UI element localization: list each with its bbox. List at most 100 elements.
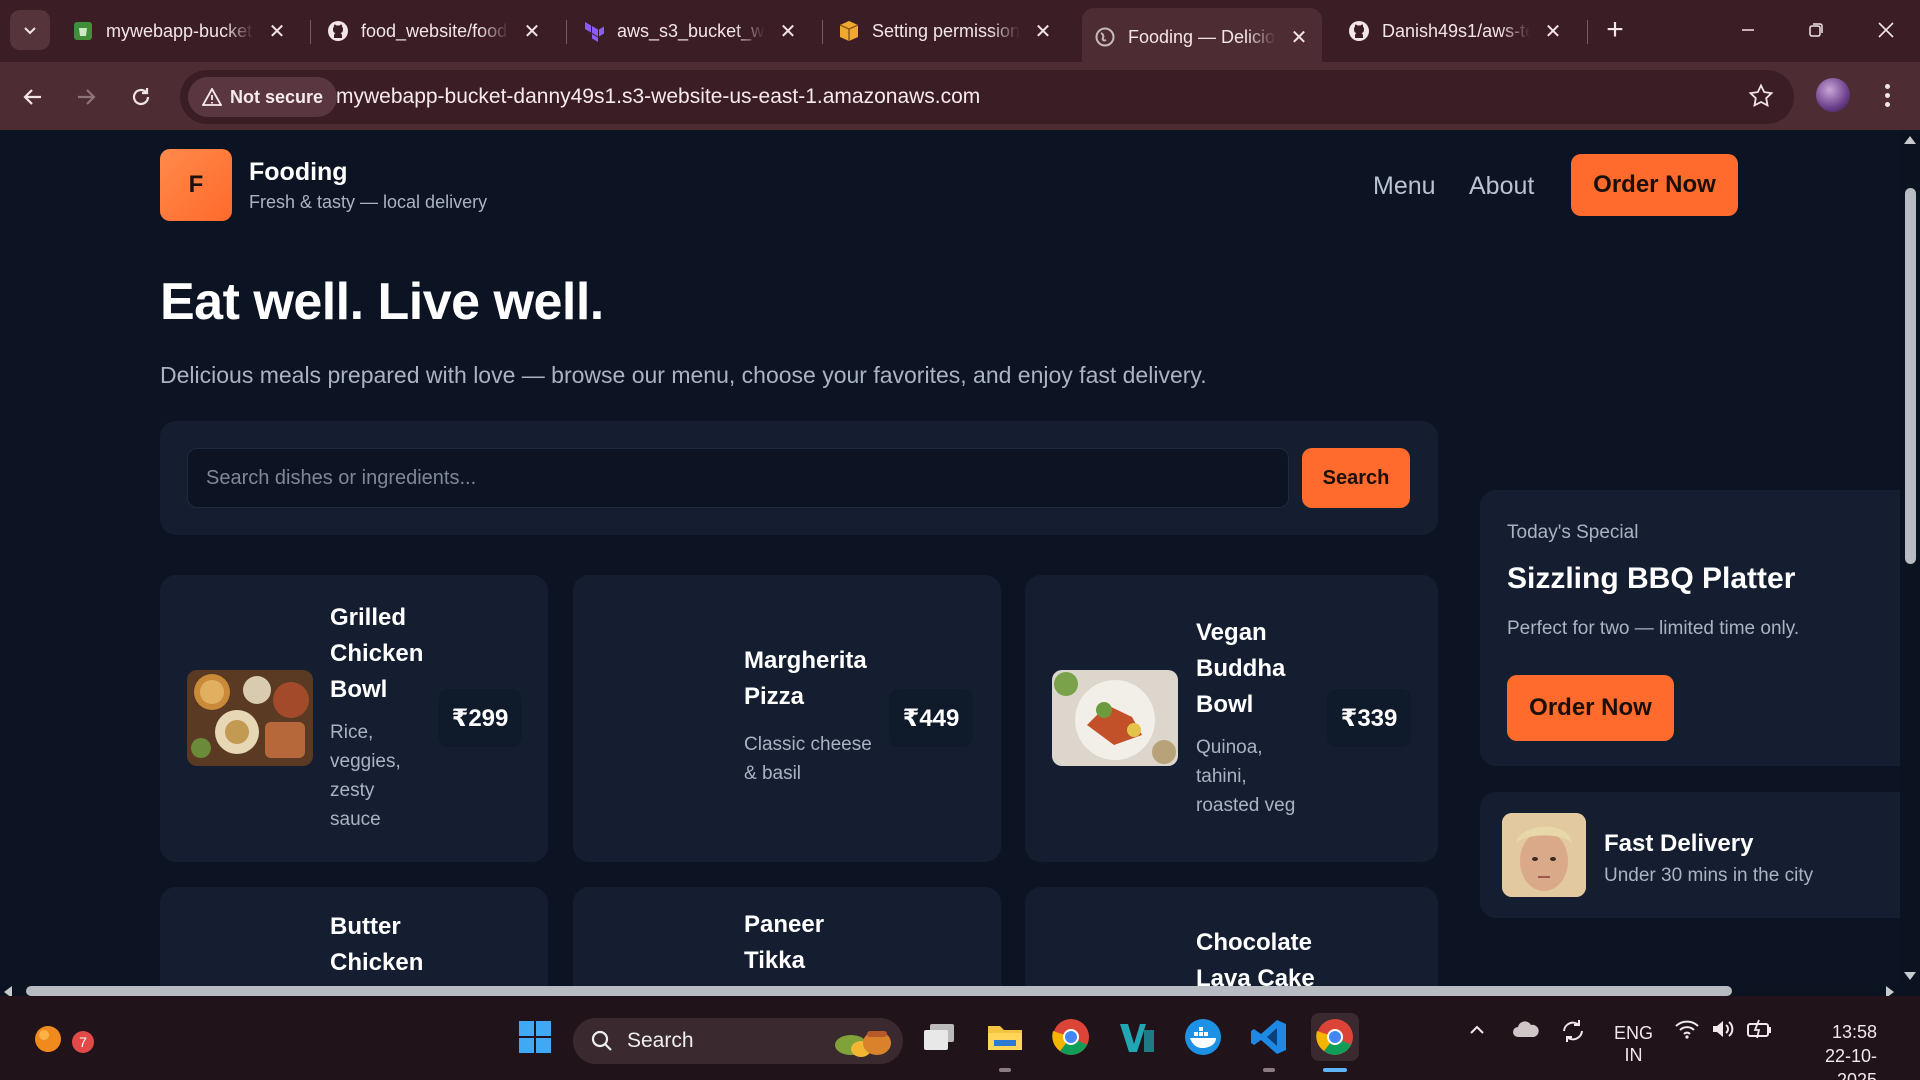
dish-card[interactable]: Paneer Tikka (573, 887, 1001, 986)
dish-title-line: Tikka (744, 947, 805, 974)
taskbar-search-box[interactable]: Search (573, 1018, 903, 1064)
back-button[interactable] (14, 78, 52, 116)
nav-about-link[interactable]: About (1469, 172, 1534, 201)
taskbar-search-label: Search (627, 1029, 694, 1052)
dish-title-line: Bowl (1196, 691, 1254, 718)
header-order-now-button[interactable]: Order Now (1571, 154, 1738, 216)
minimize-button[interactable] (1726, 12, 1770, 48)
scroll-down-icon[interactable] (1904, 972, 1916, 980)
clock[interactable]: 13:58 22-10-2025 (1797, 1020, 1877, 1080)
special-order-now-button[interactable]: Order Now (1507, 675, 1674, 741)
sun-icon (35, 1026, 61, 1052)
tab-mywebapp-bucket[interactable]: mywebapp-bucket ✕ (60, 12, 300, 50)
close-window-button[interactable] (1864, 12, 1908, 48)
tab-setting-permission[interactable]: Setting permission ✕ (826, 12, 1066, 50)
forward-button[interactable] (67, 78, 105, 116)
tab-label: Danish49s1/aws-te (1382, 20, 1530, 41)
dish-description: Classic cheese & basil (744, 730, 872, 788)
windows-taskbar: 7 Search ENG IN 13:58 22-10-2025 (0, 996, 1920, 1080)
onedrive-tray-icon[interactable] (1512, 1018, 1540, 1045)
browser-menu-icon[interactable] (1872, 80, 1902, 110)
file-explorer-button[interactable] (981, 1013, 1029, 1061)
show-hidden-icons-button[interactable] (1467, 1020, 1487, 1045)
tab-separator (1587, 20, 1588, 44)
arrow-right-icon (78, 89, 96, 105)
close-tab-icon[interactable]: ✕ (521, 19, 543, 44)
close-tab-icon[interactable]: ✕ (266, 19, 288, 44)
network-tray-icon[interactable] (1674, 1018, 1700, 1045)
tab-label: Fooding — Delicio (1128, 26, 1276, 47)
weather-widget[interactable]: 7 (24, 1013, 94, 1061)
horizontal-scrollbar[interactable] (0, 986, 1920, 998)
horizontal-scroll-thumb[interactable] (26, 986, 1732, 996)
task-view-button[interactable] (915, 1013, 963, 1061)
dish-title-line: Chicken (330, 640, 424, 667)
dish-image-vegan-buddha-bowl (1052, 670, 1178, 766)
special-title: Sizzling BBQ Platter (1507, 562, 1796, 595)
dish-card[interactable]: Chocolate Lava Cake (1025, 887, 1438, 986)
tab-danish-aws[interactable]: Danish49s1/aws-te ✕ (1336, 12, 1576, 50)
dish-description: Rice, veggies, zesty sauce (330, 718, 401, 834)
folder-icon (988, 1026, 1022, 1050)
close-tab-icon[interactable]: ✕ (1288, 25, 1310, 50)
chrome-button[interactable] (1047, 1013, 1095, 1061)
special-label: Today's Special (1507, 522, 1639, 543)
github-icon (327, 20, 349, 42)
reload-button[interactable] (122, 78, 160, 116)
tab-label: food_website/food (361, 20, 508, 41)
vertical-scroll-thumb[interactable] (1905, 188, 1916, 564)
tab-label: aws_s3_bucket_we (617, 20, 765, 41)
close-tab-icon[interactable]: ✕ (777, 19, 799, 44)
reload-icon (132, 88, 150, 106)
site-logo[interactable]: F (160, 149, 232, 221)
dish-card[interactable]: Butter Chicken (160, 887, 548, 986)
chrome-active-button[interactable] (1311, 1013, 1359, 1061)
address-bar[interactable]: Not secure mywebapp-bucket-danny49s1.s3-… (180, 70, 1794, 124)
battery-tray-icon[interactable] (1746, 1018, 1774, 1045)
dish-title-line: Lava Cake (1196, 965, 1315, 986)
dish-title-line: Chicken (330, 949, 424, 976)
docker-button[interactable] (1179, 1013, 1227, 1061)
hero-subtitle: Delicious meals prepared with love — bro… (160, 362, 1207, 388)
site-info-button[interactable]: Not secure (188, 77, 338, 117)
search-icon (591, 1030, 612, 1051)
wifi-icon (1675, 1020, 1699, 1039)
restore-button[interactable] (1794, 12, 1838, 48)
sync-tray-icon[interactable] (1560, 1018, 1586, 1049)
volume-tray-icon[interactable] (1710, 1018, 1736, 1045)
close-tab-icon[interactable]: ✕ (1032, 19, 1054, 44)
vertical-scrollbar[interactable] (1900, 130, 1920, 986)
special-description: Perfect for two — limited time only. (1507, 618, 1800, 639)
aws-box-icon (838, 20, 860, 42)
security-label: Not secure (230, 86, 324, 107)
scroll-up-icon[interactable] (1904, 136, 1916, 144)
todays-special-card: Today's Special Sizzling BBQ Platter Per… (1480, 490, 1900, 766)
new-tab-button[interactable]: + (1598, 14, 1632, 46)
search-input[interactable]: Search dishes or ingredients... (187, 448, 1289, 508)
dish-card[interactable]: Margherita Pizza Classic cheese & basil … (573, 575, 1001, 862)
app-button-vs[interactable] (1113, 1013, 1161, 1061)
search-button[interactable]: Search (1302, 448, 1410, 508)
profile-avatar[interactable] (1816, 78, 1850, 112)
dish-desc-line: tahini, (1196, 766, 1247, 787)
language-indicator[interactable]: ENG IN (1614, 1022, 1653, 1066)
chevron-down-icon (24, 27, 36, 35)
tab-aws-s3-bucket[interactable]: aws_s3_bucket_we ✕ (571, 12, 811, 50)
close-tab-icon[interactable]: ✕ (1542, 19, 1564, 44)
arrow-left-icon (23, 89, 41, 105)
vscode-button[interactable] (1245, 1013, 1293, 1061)
dish-desc-line: Rice, (330, 722, 374, 743)
url-text[interactable]: mywebapp-bucket-danny49s1.s3-website-us-… (336, 85, 980, 109)
dish-card[interactable]: Vegan Buddha Bowl Quinoa, tahini, roaste… (1025, 575, 1438, 862)
dish-card[interactable]: Grilled Chicken Bowl Rice, veggies, zest… (160, 575, 548, 862)
dish-title-line: Butter (330, 913, 401, 940)
tab-food-website[interactable]: food_website/food ✕ (315, 12, 555, 50)
tab-search-button[interactable] (10, 10, 50, 50)
close-icon (1878, 22, 1894, 38)
tab-separator (566, 20, 567, 44)
tab-fooding[interactable]: Fooding — Delicio ✕ (1082, 8, 1322, 62)
nav-menu-link[interactable]: Menu (1373, 172, 1436, 201)
start-button[interactable] (511, 1013, 559, 1061)
vscode-icon (1251, 1020, 1286, 1054)
bookmark-star-icon[interactable] (1748, 83, 1774, 114)
